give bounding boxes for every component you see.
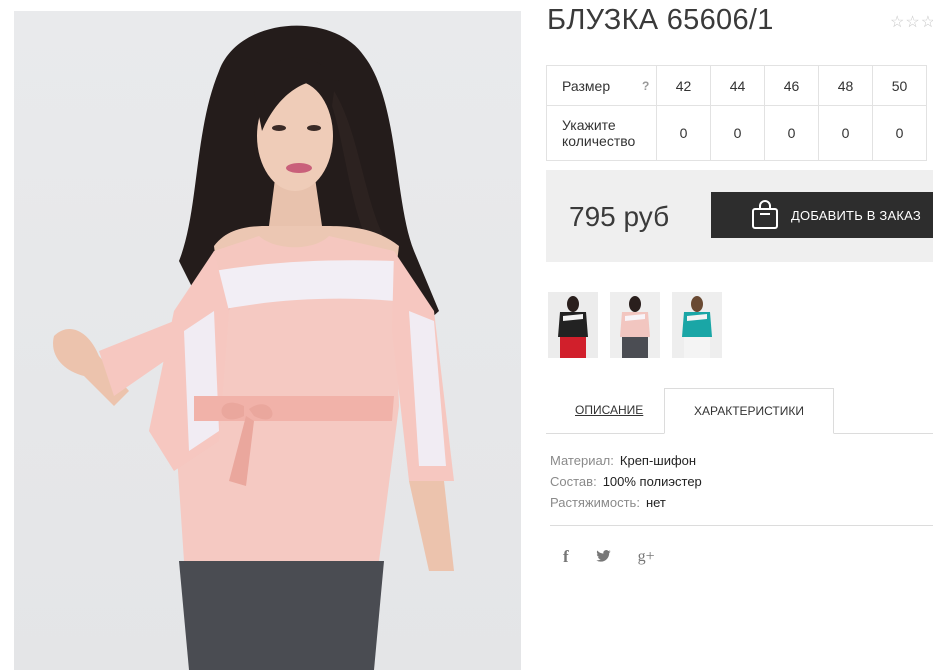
spec-value: нет <box>645 495 666 510</box>
spec-stretch: Растяжимость: нет <box>550 492 702 513</box>
shopping-bag-icon <box>751 200 779 230</box>
twitter-icon[interactable] <box>595 549 611 565</box>
quantity-input-46[interactable]: 0 <box>764 105 819 161</box>
quantity-input-44[interactable]: 0 <box>710 105 765 161</box>
tab-description[interactable]: ОПИСАНИЕ <box>575 388 643 432</box>
quantity-input-48[interactable]: 0 <box>818 105 873 161</box>
size-44: 44 <box>710 65 765 106</box>
thumbnail-black[interactable] <box>548 292 598 358</box>
google-plus-icon[interactable]: g+ <box>638 548 655 566</box>
spec-material: Материал: Креп-шифон <box>550 450 702 471</box>
tab-characteristics[interactable]: ХАРАКТЕРИСТИКИ <box>664 388 834 434</box>
product-photo-illustration <box>53 25 454 670</box>
product-tabs: ОПИСАНИЕ ХАРАКТЕРИСТИКИ <box>546 388 933 434</box>
spec-key: Состав: <box>550 474 597 489</box>
divider <box>550 525 933 526</box>
size-42: 42 <box>656 65 711 106</box>
rating-stars-icon[interactable]: ☆☆☆ <box>890 12 933 32</box>
size-table: Размер ? 42 44 46 48 50 Укажите количест… <box>546 65 927 161</box>
product-main-photo[interactable] <box>14 11 521 670</box>
thumbnail-turquoise[interactable] <box>672 292 722 358</box>
product-price: 795 руб <box>569 201 670 232</box>
quantity-row: Укажите количество 0 0 0 0 0 <box>546 105 927 161</box>
size-row: Размер ? 42 44 46 48 50 <box>546 65 927 106</box>
product-title: БЛУЗКА 65606/1 <box>547 4 774 36</box>
spec-value: 100% полиэстер <box>602 474 702 489</box>
add-to-order-label: ДОБАВИТЬ В ЗАКАЗ <box>791 207 921 223</box>
characteristics-list: Материал: Креп-шифон Состав: 100% полиэсте… <box>550 450 702 513</box>
size-46: 46 <box>764 65 819 106</box>
quantity-input-42[interactable]: 0 <box>656 105 711 161</box>
spec-key: Растяжимость: <box>550 495 640 510</box>
size-label: Размер <box>562 77 611 94</box>
price-box: 795 руб ДОБАВИТЬ В ЗАКАЗ <box>546 170 933 262</box>
quantity-label-cell: Укажите количество <box>546 105 657 161</box>
spec-key: Материал: <box>550 453 614 468</box>
quantity-label: Укажите количество <box>562 117 636 149</box>
facebook-icon[interactable]: f <box>563 547 569 567</box>
social-share: f g+ <box>563 547 682 567</box>
spec-value: Креп-шифон <box>619 453 697 468</box>
add-to-order-button[interactable]: ДОБАВИТЬ В ЗАКАЗ <box>711 192 933 238</box>
size-label-cell: Размер ? <box>546 65 657 106</box>
quantity-input-50[interactable]: 0 <box>872 105 927 161</box>
size-50: 50 <box>872 65 927 106</box>
size-48: 48 <box>818 65 873 106</box>
thumbnail-pink[interactable] <box>610 292 660 358</box>
spec-composition: Состав: 100% полиэстер <box>550 471 702 492</box>
